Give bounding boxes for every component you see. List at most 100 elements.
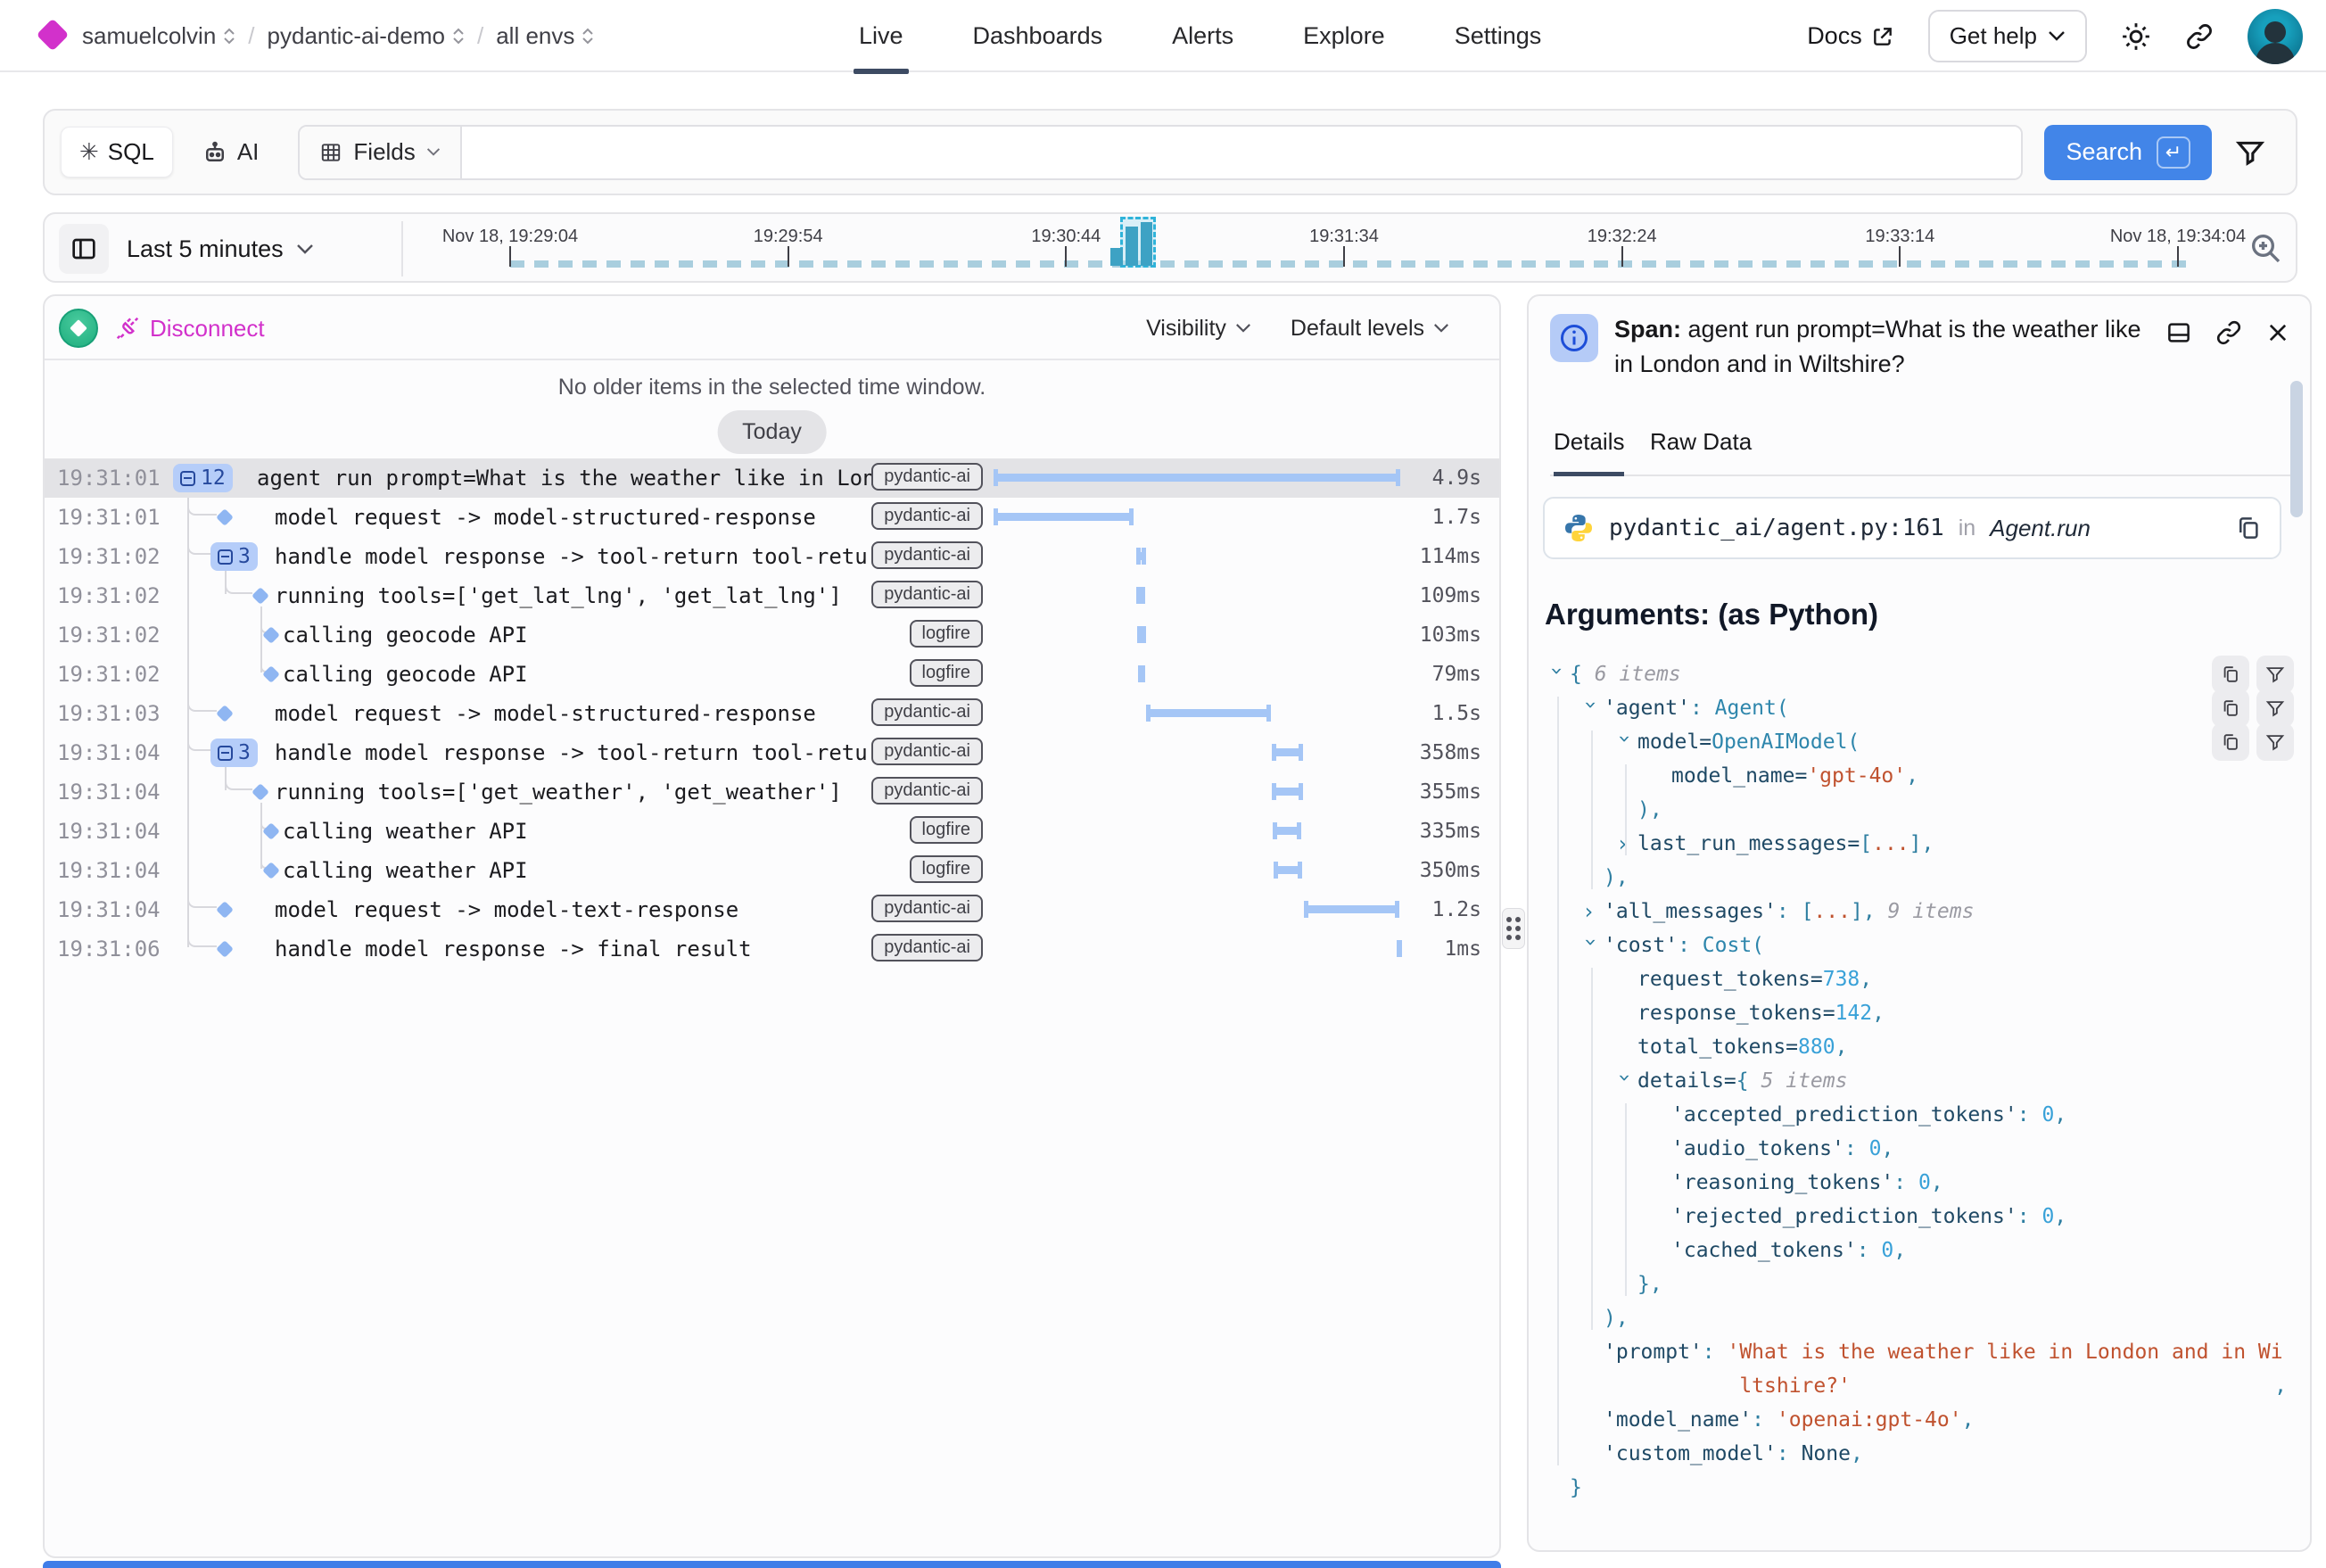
scope-tag[interactable]: pydantic-ai bbox=[871, 541, 983, 569]
sun-icon bbox=[2121, 21, 2151, 52]
docs-link[interactable]: Docs bbox=[1807, 22, 1894, 50]
user-avatar[interactable] bbox=[2248, 9, 2303, 64]
trace-row[interactable]: 19:31:023handle model response -> tool-r… bbox=[45, 537, 1499, 576]
scope-tag[interactable]: pydantic-ai bbox=[871, 581, 983, 608]
timeline-tick-mark bbox=[1065, 246, 1067, 267]
code-token: , bbox=[1906, 764, 1918, 788]
trace-row[interactable]: 19:31:04calling weather APIlogfire335ms bbox=[45, 812, 1499, 851]
info-icon bbox=[1558, 322, 1590, 354]
visibility-dropdown[interactable]: Visibility bbox=[1146, 316, 1251, 342]
collapse-badge[interactable]: 12 bbox=[173, 464, 233, 492]
code-token: 'cost' bbox=[1604, 934, 1678, 957]
connection-status-button[interactable] bbox=[59, 309, 98, 348]
trace-row[interactable]: 19:31:02calling geocode APIlogfire79ms bbox=[45, 655, 1499, 694]
scope-tag[interactable]: pydantic-ai bbox=[871, 777, 983, 805]
breadcrumb-org[interactable]: samuelcolvin bbox=[82, 22, 235, 50]
main-nav: Live Dashboards Alerts Explore Settings bbox=[859, 0, 1541, 72]
code-line: ), bbox=[1538, 861, 2294, 895]
scope-tag[interactable]: logfire bbox=[910, 659, 983, 687]
copy-button[interactable] bbox=[2212, 689, 2249, 727]
collapse-chevron-icon[interactable]: › bbox=[1540, 664, 1574, 686]
collapse-chevron-icon[interactable]: › bbox=[1574, 936, 1608, 957]
search-query-input[interactable] bbox=[462, 127, 2022, 178]
timeline-track[interactable]: Nov 18, 19:29:0419:29:5419:30:4419:31:34… bbox=[510, 214, 2178, 285]
copy-source-button[interactable] bbox=[2235, 515, 2262, 541]
diamond-icon bbox=[70, 319, 87, 337]
trace-row[interactable]: 19:31:02calling geocode APIlogfire103ms bbox=[45, 615, 1499, 655]
nav-settings[interactable]: Settings bbox=[1455, 0, 1542, 72]
trace-row[interactable]: 19:31:06handle model response -> final r… bbox=[45, 929, 1499, 969]
trace-row[interactable]: 19:31:043handle model response -> tool-r… bbox=[45, 733, 1499, 772]
today-button[interactable]: Today bbox=[717, 410, 827, 454]
collapse-badge[interactable]: 3 bbox=[210, 542, 258, 571]
scope-tag[interactable]: pydantic-ai bbox=[871, 934, 983, 961]
dock-panel-button[interactable] bbox=[2165, 319, 2192, 346]
nav-alerts[interactable]: Alerts bbox=[1172, 0, 1233, 72]
load-more-strip[interactable] bbox=[43, 1561, 1501, 1568]
filter-button[interactable] bbox=[2256, 689, 2294, 727]
scope-tag[interactable]: pydantic-ai bbox=[871, 502, 983, 530]
row-timestamp: 19:31:01 bbox=[57, 466, 161, 491]
close-panel-button[interactable] bbox=[2265, 319, 2290, 346]
trace-row[interactable]: 19:31:04model request -> model-text-resp… bbox=[45, 890, 1499, 929]
scope-tag[interactable]: pydantic-ai bbox=[871, 895, 983, 922]
theme-toggle-button[interactable] bbox=[2121, 21, 2151, 52]
scope-tag[interactable]: logfire bbox=[910, 855, 983, 883]
trace-row[interactable]: 19:31:01model request -> model-structure… bbox=[45, 498, 1499, 537]
trace-row[interactable]: 19:31:0112agent run prompt=What is the w… bbox=[45, 458, 1499, 498]
filter-button[interactable] bbox=[2256, 723, 2294, 761]
breadcrumb-env[interactable]: all envs bbox=[496, 22, 594, 50]
get-help-button[interactable]: Get help bbox=[1928, 10, 2087, 62]
source-location[interactable]: pydantic_ai/agent.py:161 in Agent.run bbox=[1543, 497, 2281, 559]
trace-row[interactable]: 19:31:03model request -> model-structure… bbox=[45, 694, 1499, 733]
sidebar-toggle-button[interactable] bbox=[59, 224, 109, 274]
panel-resize-handle[interactable] bbox=[1502, 908, 1525, 949]
filter-button[interactable] bbox=[2235, 137, 2265, 168]
logfire-app: samuelcolvin / pydantic-ai-demo / all en… bbox=[0, 0, 2326, 1568]
detail-scrollbar-thumb[interactable] bbox=[2290, 381, 2303, 517]
copy-button[interactable] bbox=[2212, 656, 2249, 693]
timeline-tick-mark bbox=[509, 246, 511, 267]
duration-gantt-cell bbox=[994, 733, 1400, 772]
nav-explore[interactable]: Explore bbox=[1303, 0, 1385, 72]
expand-chevron-icon[interactable]: › bbox=[1616, 827, 1637, 861]
scope-tag[interactable]: pydantic-ai bbox=[871, 738, 983, 765]
breadcrumb-project[interactable]: pydantic-ai-demo bbox=[268, 22, 465, 50]
tab-raw-data[interactable]: Raw Data bbox=[1650, 428, 1752, 472]
trace-row[interactable]: 19:31:04calling weather APIlogfire350ms bbox=[45, 851, 1499, 890]
tab-details[interactable]: Details bbox=[1554, 428, 1624, 476]
code-line: } bbox=[1538, 1471, 2294, 1505]
scope-tag[interactable]: logfire bbox=[910, 620, 983, 648]
share-link-button[interactable] bbox=[2185, 22, 2214, 51]
scope-tag[interactable]: pydantic-ai bbox=[871, 698, 983, 726]
trace-row[interactable]: 19:31:04running tools=['get_weather', 'g… bbox=[45, 772, 1499, 812]
filter-button[interactable] bbox=[2256, 656, 2294, 693]
time-range-dropdown[interactable]: Last 5 minutes bbox=[127, 214, 314, 285]
expand-chevron-icon[interactable]: › bbox=[1582, 895, 1604, 928]
histogram-bar[interactable] bbox=[1141, 222, 1152, 266]
badge-count: 3 bbox=[238, 741, 251, 764]
fields-dropdown-button[interactable]: Fields bbox=[300, 127, 461, 178]
collapse-chevron-icon[interactable]: › bbox=[1608, 1071, 1642, 1093]
code-token: , bbox=[1860, 968, 1872, 991]
search-button[interactable]: Search ↵ bbox=[2044, 125, 2212, 180]
timeline-baseline bbox=[510, 260, 2196, 268]
default-levels-dropdown[interactable]: Default levels bbox=[1291, 316, 1449, 342]
disconnect-button[interactable]: Disconnect bbox=[114, 296, 265, 360]
trace-row[interactable]: 19:31:02running tools=['get_lat_lng', 'g… bbox=[45, 576, 1499, 615]
sql-mode-button[interactable]: ✳ SQL bbox=[61, 127, 173, 177]
logfire-logo-icon[interactable] bbox=[37, 19, 70, 52]
nav-live[interactable]: Live bbox=[859, 0, 903, 72]
copy-button[interactable] bbox=[2212, 723, 2249, 761]
timeline-zoom-button[interactable] bbox=[2248, 230, 2283, 266]
copy-span-link-button[interactable] bbox=[2215, 319, 2242, 346]
collapse-badge[interactable]: 3 bbox=[210, 739, 258, 767]
histogram-bar[interactable] bbox=[1110, 248, 1123, 266]
nav-dashboards[interactable]: Dashboards bbox=[973, 0, 1103, 72]
scope-tag[interactable]: pydantic-ai bbox=[871, 463, 983, 491]
ai-mode-button[interactable]: AI bbox=[186, 128, 276, 177]
collapse-chevron-icon[interactable]: › bbox=[1574, 698, 1608, 720]
scope-tag[interactable]: logfire bbox=[910, 816, 983, 844]
histogram-bar[interactable] bbox=[1126, 227, 1138, 266]
collapse-chevron-icon[interactable]: › bbox=[1608, 732, 1642, 754]
